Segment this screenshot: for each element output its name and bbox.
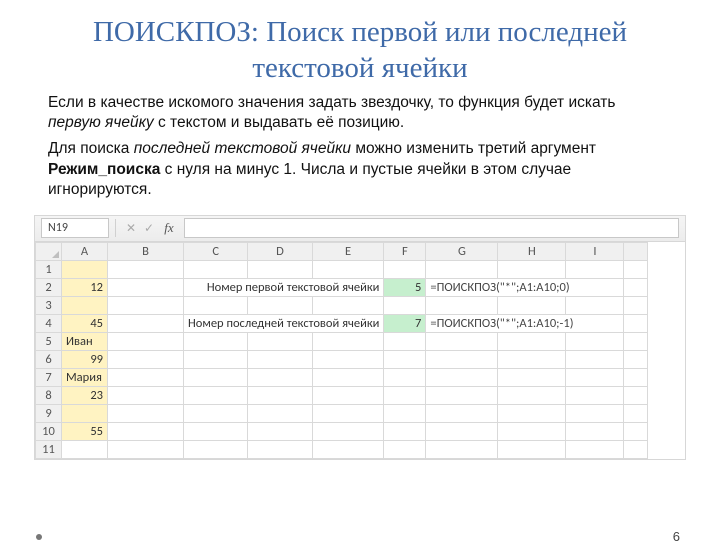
row-7[interactable]: 7Мария — [36, 368, 648, 386]
page-number: 6 — [673, 529, 680, 544]
p2-em: последней текстовой ячейки — [134, 140, 351, 157]
cancel-icon[interactable]: ✕ — [122, 219, 140, 237]
fx-icon[interactable]: fx — [160, 219, 178, 237]
formula-last: =ПОИСКПОЗ("*";A1:A10;-1) — [426, 314, 624, 332]
row-5[interactable]: 5Иван — [36, 332, 648, 350]
A8[interactable]: 23 — [62, 386, 108, 404]
label-first: Номер первой текстовой ячейки — [184, 278, 384, 296]
separator — [115, 219, 116, 237]
rowh-7[interactable]: 7 — [36, 368, 62, 386]
A1[interactable] — [62, 260, 108, 278]
rowh-4[interactable]: 4 — [36, 314, 62, 332]
slide-bullet-icon — [36, 534, 42, 540]
select-all-corner[interactable] — [36, 242, 62, 260]
rowh-11[interactable]: 11 — [36, 440, 62, 458]
paragraph-1: Если в качестве искомого значения задать… — [48, 93, 672, 134]
row-9[interactable]: 9 — [36, 404, 648, 422]
col-edge — [624, 242, 648, 260]
p1-em: первую ячейку — [48, 114, 154, 131]
rowh-1[interactable]: 1 — [36, 260, 62, 278]
formula-input[interactable] — [184, 218, 679, 238]
A6[interactable]: 99 — [62, 350, 108, 368]
p2-b: можно изменить третий аргумент — [351, 140, 596, 157]
slide-title: ПОИСКПОЗ: Поиск первой или последней тек… — [50, 14, 670, 87]
A2[interactable]: 12 — [62, 278, 108, 296]
row-2[interactable]: 212 Номер первой текстовой ячейки5=ПОИСКП… — [36, 278, 648, 296]
col-F[interactable]: F — [384, 242, 426, 260]
col-I[interactable]: I — [566, 242, 624, 260]
row-11[interactable]: 11 — [36, 440, 648, 458]
col-E[interactable]: E — [312, 242, 384, 260]
row-4[interactable]: 445 Номер последней текстовой ячейки7=ПОИ… — [36, 314, 648, 332]
label-last: Номер последней текстовой ячейки — [184, 314, 384, 332]
paragraph-2: Для поиска последней текстовой ячейки мо… — [48, 139, 672, 200]
row-10[interactable]: 1055 — [36, 422, 648, 440]
col-C[interactable]: C — [184, 242, 248, 260]
grid[interactable]: A B C D E F G H I 1 212 Номер первой текс… — [35, 242, 648, 459]
rowh-6[interactable]: 6 — [36, 350, 62, 368]
excel-screenshot: N19 ✕ ✓ fx A B C D E F G H I 1 — [34, 215, 686, 460]
worksheet[interactable]: A B C D E F G H I 1 212 Номер первой текс… — [35, 242, 685, 459]
rowh-8[interactable]: 8 — [36, 386, 62, 404]
p1-a: Если в качестве искомого значения задать… — [48, 94, 615, 111]
rowh-5[interactable]: 5 — [36, 332, 62, 350]
row-6[interactable]: 699 — [36, 350, 648, 368]
name-box-value: N19 — [48, 221, 68, 235]
formula-bar: N19 ✕ ✓ fx — [35, 216, 685, 242]
col-A[interactable]: A — [62, 242, 108, 260]
col-H[interactable]: H — [498, 242, 566, 260]
col-B[interactable]: B — [108, 242, 184, 260]
row-8[interactable]: 823 — [36, 386, 648, 404]
p2-strong: Режим_поиска — [48, 161, 160, 178]
rowh-3[interactable]: 3 — [36, 296, 62, 314]
rowh-2[interactable]: 2 — [36, 278, 62, 296]
A4[interactable]: 45 — [62, 314, 108, 332]
col-G[interactable]: G — [426, 242, 498, 260]
A10[interactable]: 55 — [62, 422, 108, 440]
row-1[interactable]: 1 — [36, 260, 648, 278]
row-3[interactable]: 3 — [36, 296, 648, 314]
enter-icon[interactable]: ✓ — [140, 219, 158, 237]
name-box[interactable]: N19 — [41, 218, 109, 238]
p1-b: с текстом и выдавать её позицию. — [154, 114, 405, 131]
F2[interactable]: 5 — [384, 278, 426, 296]
p2-a: Для поиска — [48, 140, 134, 157]
A9[interactable] — [62, 404, 108, 422]
A5[interactable]: Иван — [62, 332, 108, 350]
rowh-10[interactable]: 10 — [36, 422, 62, 440]
F4[interactable]: 7 — [384, 314, 426, 332]
rowh-9[interactable]: 9 — [36, 404, 62, 422]
A7[interactable]: Мария — [62, 368, 108, 386]
col-D[interactable]: D — [248, 242, 312, 260]
A3[interactable] — [62, 296, 108, 314]
column-headers: A B C D E F G H I — [36, 242, 648, 260]
formula-first: =ПОИСКПОЗ("*";A1:A10;0) — [426, 278, 624, 296]
